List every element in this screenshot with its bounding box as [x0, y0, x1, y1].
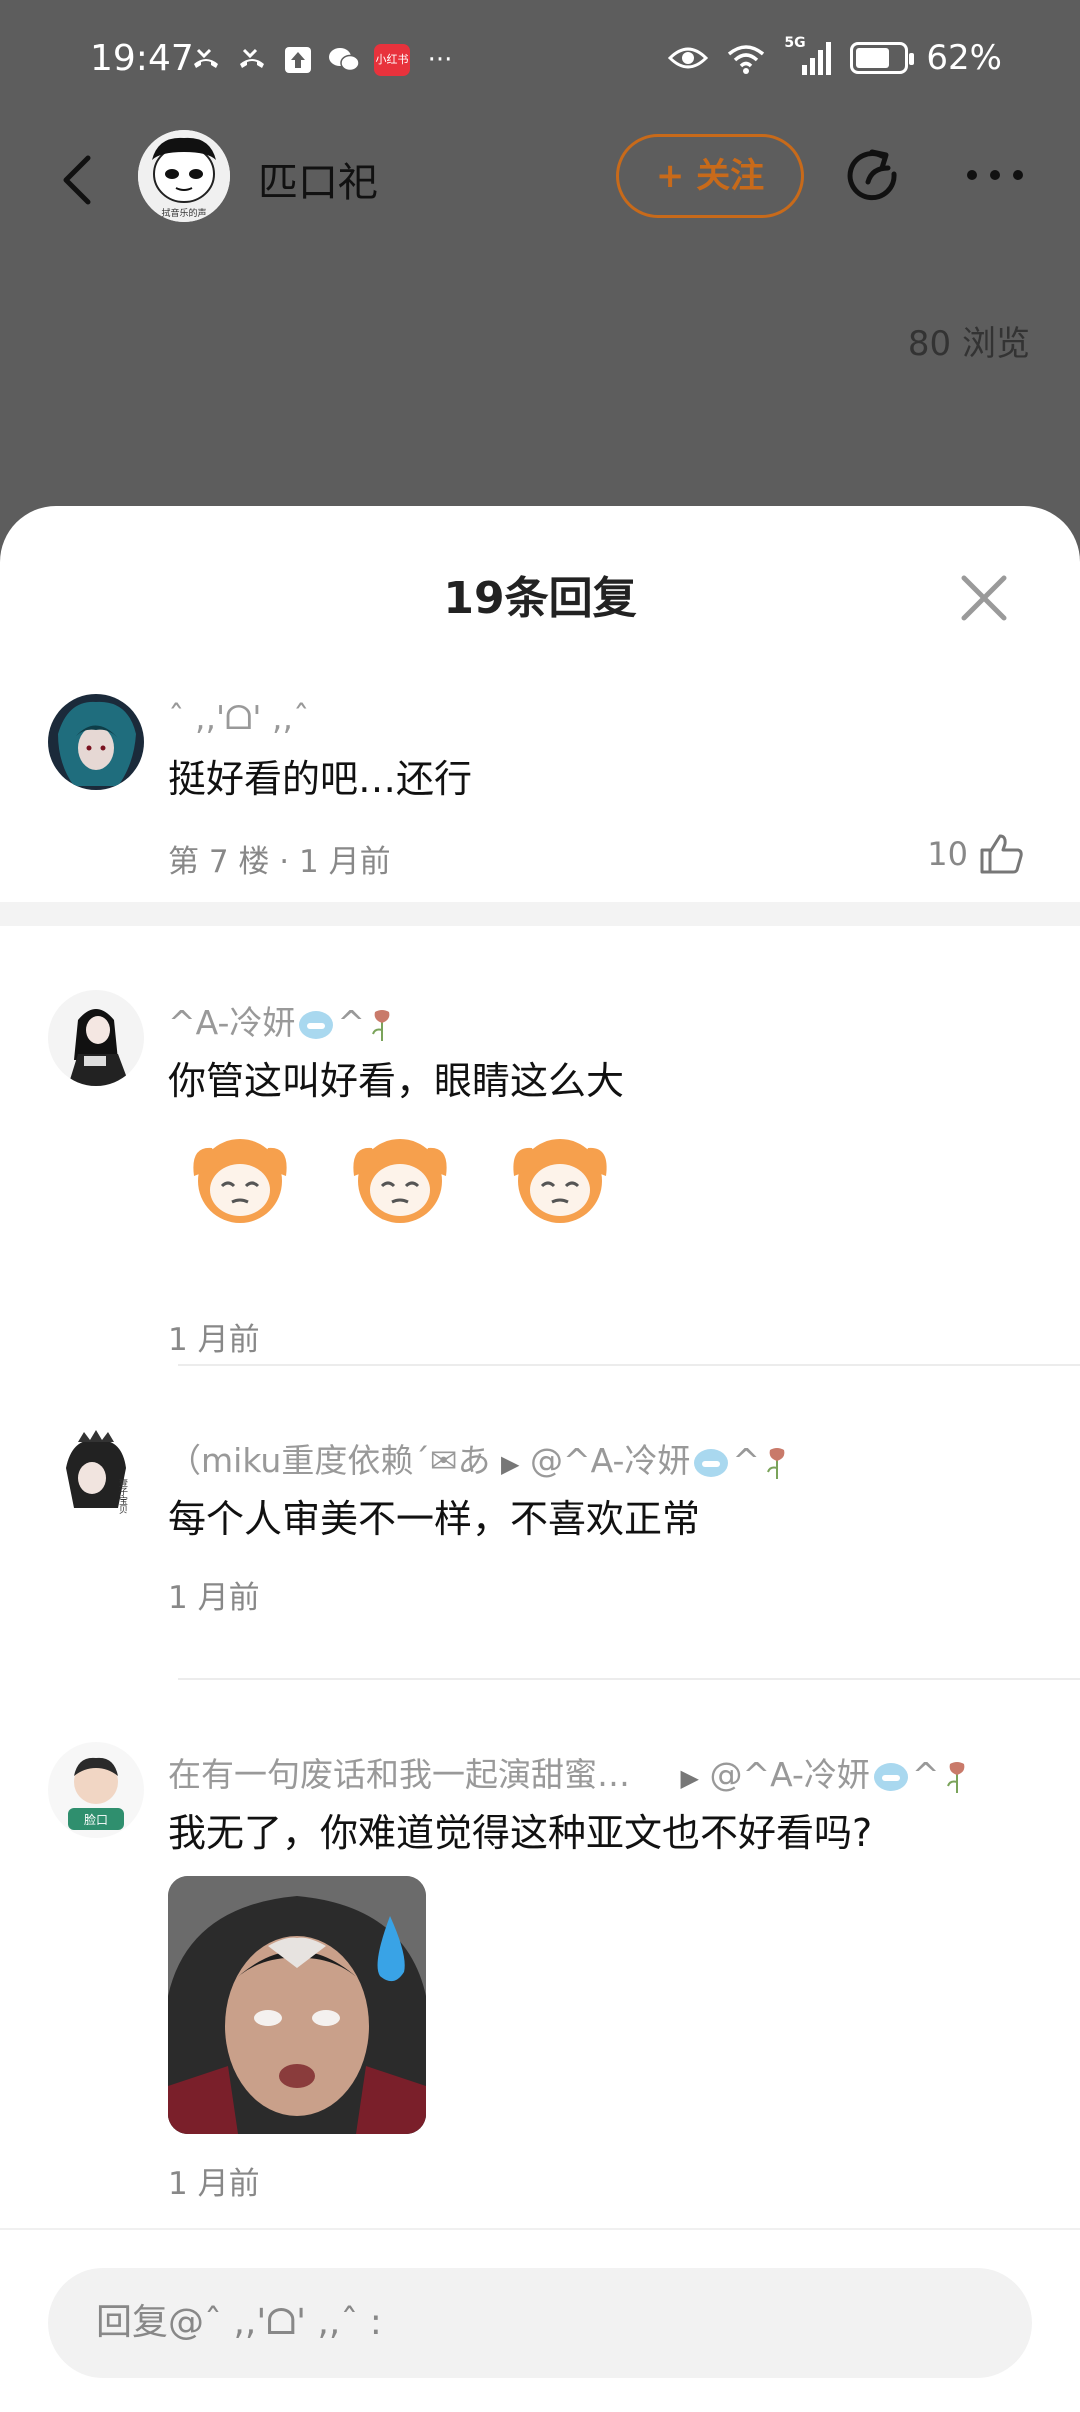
reply-to-user[interactable]: @^A-冷妍	[709, 1755, 869, 1794]
panda-meme-image: 拭音乐的声	[138, 130, 230, 222]
avatar[interactable]	[48, 990, 144, 1086]
section-divider	[0, 902, 1080, 926]
wilted-rose-icon	[767, 1447, 785, 1479]
cold-face-icon	[299, 1010, 334, 1039]
reply-time: 1 月前	[168, 2166, 260, 2202]
like-button[interactable]: 10	[927, 832, 1024, 876]
reply-time: 1 月前	[168, 1580, 260, 1616]
comment-author[interactable]: ˆ ,,'ᗝ' ,,ˆ	[168, 698, 309, 738]
cold-face-icon	[873, 1762, 908, 1791]
reply-divider	[178, 1678, 1080, 1680]
author-name[interactable]: 匹口祀	[258, 150, 378, 208]
reply-author-name: （miku重度依赖´✉あ	[168, 1441, 491, 1480]
comment-text: 挺好看的吧…还行	[168, 757, 473, 801]
missed-call-icon	[194, 48, 218, 68]
reply-avatar-caption: 脸口	[84, 1813, 108, 1827]
reply-text: 你管这叫好看，眼睛这么大	[168, 1059, 625, 1103]
replies-sheet: 19条回复 ˆ ,,'ᗝ' ,,ˆ 挺好看的吧…还行 第 7 楼 · 1 月前 …	[0, 506, 1080, 2412]
battery-icon	[850, 42, 915, 74]
status-time: 19:47	[90, 38, 194, 79]
sticker-image	[193, 1139, 287, 1223]
reply-author[interactable]: 在有一句废话和我一起演甜蜜… ▶ @^A-冷妍 ^	[168, 1748, 970, 1796]
close-icon[interactable]	[956, 570, 1012, 626]
sticker-image	[513, 1139, 607, 1223]
sticker-image	[353, 1139, 447, 1223]
network-type-label: 5G	[784, 35, 806, 51]
notification-icons: 小红书 ···	[190, 44, 456, 76]
reply-author[interactable]: ^A-冷妍 ^	[168, 996, 395, 1044]
reply-arrow-icon: ▶	[500, 1450, 520, 1478]
like-count: 10	[927, 835, 968, 873]
upload-icon	[285, 47, 311, 73]
avatar[interactable]	[48, 694, 144, 790]
cold-face-icon	[694, 1448, 729, 1477]
more-options-icon[interactable]	[960, 160, 1030, 190]
comment-meta: 第 7 楼 · 1 月前	[168, 836, 391, 881]
main-comment: ˆ ,,'ᗝ' ,,ˆ 挺好看的吧…还行 第 7 楼 · 1 月前 10	[0, 676, 1080, 906]
meme-image[interactable]	[168, 1876, 426, 2134]
xiaohongshu-icon: 小红书	[374, 44, 410, 76]
share-icon[interactable]	[842, 146, 904, 208]
reply-divider	[178, 1364, 1080, 1366]
cellular-signal-icon: 5G	[784, 35, 832, 75]
wechat-icon	[329, 48, 360, 72]
comment-time: 1 月前	[299, 844, 391, 880]
reply-bar: 回复@ˆ ,,'ᗝ' ,,ˆ :	[0, 2228, 1080, 2412]
view-count: 80 浏览	[907, 324, 1030, 364]
sheet-title: 19条回复	[443, 573, 637, 624]
avatar[interactable]: 壹子宝贝	[48, 1428, 144, 1524]
reply-time: 1 月前	[168, 1322, 260, 1358]
wilted-rose-icon	[372, 1009, 390, 1041]
reply-author-name: 在有一句废话和我一起演甜蜜…	[168, 1755, 630, 1794]
post-header: 拭音乐的声 匹口祀 + 关注	[0, 120, 1080, 240]
reply-to-suffix: ^	[911, 1755, 940, 1794]
wilted-rose-icon	[946, 1761, 964, 1793]
back-icon[interactable]	[50, 148, 110, 212]
reply-input[interactable]: 回复@ˆ ,,'ᗝ' ,,ˆ :	[48, 2268, 1032, 2378]
reply-text: 每个人审美不一样，不喜欢正常	[168, 1497, 701, 1541]
reply-author-suffix: ^	[337, 1003, 366, 1042]
floor-number: 第 7 楼	[168, 844, 270, 880]
reply-author-name: ^A-冷妍	[168, 1003, 296, 1042]
status-right: 5G 62%	[668, 35, 1002, 78]
reply-to-suffix: ^	[732, 1441, 761, 1480]
battery-level	[856, 48, 889, 68]
sticker-row	[180, 1126, 620, 1236]
follow-button[interactable]: + 关注	[616, 134, 804, 218]
meta-separator: ·	[279, 844, 290, 880]
battery-percent: 62%	[926, 38, 1002, 78]
missed-call-icon-2	[240, 48, 264, 68]
eye-icon	[668, 47, 709, 69]
status-bar: 19:47 小红书 ··· 5G 62%	[0, 0, 1080, 120]
reply-avatar-caption: 壹子宝贝	[117, 1477, 128, 1515]
reply-to-user[interactable]: @^A-冷妍	[530, 1441, 690, 1480]
author-avatar[interactable]: 拭音乐的声	[138, 130, 230, 222]
reply-author[interactable]: （miku重度依赖´✉あ ▶ @^A-冷妍 ^	[168, 1434, 790, 1482]
reply-arrow-icon: ▶	[680, 1764, 699, 1792]
wifi-icon	[728, 45, 765, 74]
reply-text: 我无了，你难道觉得这种亚文也不好看吗?	[168, 1811, 873, 1855]
author-avatar-caption: 拭音乐的声	[161, 207, 206, 219]
more-notifications-icon: ···	[427, 45, 453, 75]
thumbs-up-icon	[980, 834, 1023, 874]
avatar[interactable]: 脸口	[48, 1742, 144, 1838]
